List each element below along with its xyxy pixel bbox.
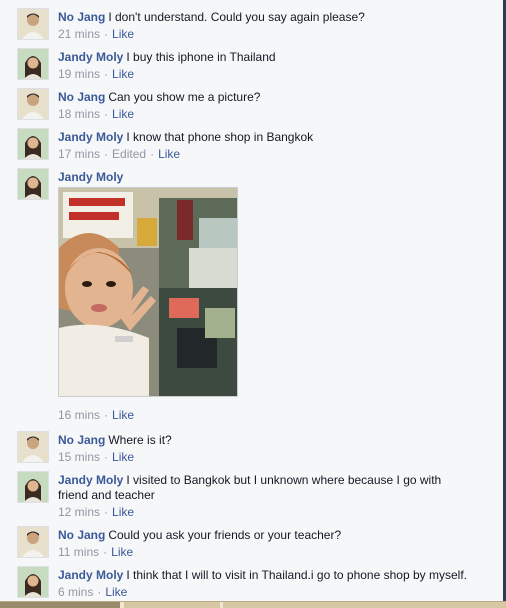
comment-author[interactable]: No Jang xyxy=(58,528,105,542)
comment-author[interactable]: No Jang xyxy=(58,433,105,447)
avatar[interactable] xyxy=(17,471,49,503)
meta-separator: · xyxy=(104,67,109,81)
avatar[interactable] xyxy=(17,566,49,598)
comment-author[interactable]: Jandy Moly xyxy=(58,170,123,184)
comment-body: No Jang Could you ask your friends or you… xyxy=(58,528,478,560)
comment-author[interactable]: Jandy Moly xyxy=(58,473,123,487)
comment-time[interactable]: 11 mins xyxy=(58,545,99,559)
comment-body: Jandy Moly I visited to Bangkok but I unk… xyxy=(58,473,458,520)
meta-separator: · xyxy=(104,505,109,519)
comment-photo[interactable] xyxy=(58,187,238,397)
like-link[interactable]: Like xyxy=(111,545,133,559)
meta-separator: · xyxy=(104,147,109,161)
comment-text: Where is it? xyxy=(108,433,172,447)
comment-text: I know that phone shop in Bangkok xyxy=(126,130,314,144)
comment-text: I think that I will to visit in Thailand… xyxy=(126,568,467,582)
avatar[interactable] xyxy=(17,526,49,558)
comment-meta: 11 mins · Like xyxy=(58,545,478,560)
edited-link[interactable]: Edited xyxy=(112,147,146,161)
taskbar-strip xyxy=(0,601,506,608)
comment-meta: 6 mins · Like xyxy=(58,585,498,600)
comment-meta: 19 mins · Like xyxy=(58,67,478,82)
comment-author[interactable]: Jandy Moly xyxy=(58,568,123,582)
comment-text: I buy this iphone in Thailand xyxy=(126,50,276,64)
comment-time[interactable]: 16 mins xyxy=(58,408,100,422)
avatar[interactable] xyxy=(17,48,49,80)
avatar[interactable] xyxy=(17,168,49,200)
meta-separator: · xyxy=(104,107,109,121)
avatar[interactable] xyxy=(17,88,49,120)
like-link[interactable]: Like xyxy=(112,450,134,464)
comment-author[interactable]: No Jang xyxy=(58,10,105,24)
comment-time[interactable]: 19 mins xyxy=(58,67,100,81)
comment-meta: 16 mins · Like xyxy=(58,408,134,423)
comment-meta: 21 mins · Like xyxy=(58,27,478,42)
meta-separator: · xyxy=(104,408,109,422)
like-link[interactable]: Like xyxy=(112,107,134,121)
comment-meta: 18 mins · Like xyxy=(58,107,478,122)
comment-time[interactable]: 17 mins xyxy=(58,147,100,161)
comment-time[interactable]: 18 mins xyxy=(58,107,100,121)
avatar[interactable] xyxy=(17,128,49,160)
avatar[interactable] xyxy=(17,431,49,463)
comment-body: Jandy Moly I know that phone shop in Bang… xyxy=(58,130,478,162)
comment-body: Jandy Moly I think that I will to visit i… xyxy=(58,568,498,600)
comment-body: No Jang I don't understand. Could you say… xyxy=(58,10,478,42)
selfie-photo-image xyxy=(59,188,237,396)
comment-body: No Jang Where is it? 15 mins · Like xyxy=(58,433,478,465)
comment-time[interactable]: 12 mins xyxy=(58,505,100,519)
comment-meta: 15 mins · Like xyxy=(58,450,478,465)
taskbar-divider xyxy=(220,602,223,608)
comment-time[interactable]: 6 mins xyxy=(58,585,93,599)
meta-separator: · xyxy=(97,585,102,599)
comment-text: Can you show me a picture? xyxy=(108,90,261,104)
taskbar-segment xyxy=(0,602,120,608)
comment-author[interactable]: No Jang xyxy=(58,90,105,104)
comment-body: Jandy Moly I buy this iphone in Thailand … xyxy=(58,50,478,82)
meta-separator: · xyxy=(104,27,109,41)
comment-body: No Jang Can you show me a picture? 18 min… xyxy=(58,90,478,122)
comment-time[interactable]: 21 mins xyxy=(58,27,100,41)
like-link[interactable]: Like xyxy=(105,585,127,599)
meta-separator: · xyxy=(104,450,109,464)
like-link[interactable]: Like xyxy=(158,147,180,161)
comment-meta: 17 mins · Edited · Like xyxy=(58,147,478,162)
taskbar-divider xyxy=(120,602,124,608)
like-link[interactable]: Like xyxy=(112,67,134,81)
like-link[interactable]: Like xyxy=(112,408,134,422)
comment-time[interactable]: 15 mins xyxy=(58,450,100,464)
comment-author[interactable]: Jandy Moly xyxy=(58,50,123,64)
like-link[interactable]: Like xyxy=(112,505,134,519)
comment-meta: 12 mins · Like xyxy=(58,505,458,520)
comment-body: Jandy Moly xyxy=(58,170,478,185)
meta-separator: · xyxy=(150,147,155,161)
comment-author[interactable]: Jandy Moly xyxy=(58,130,123,144)
comment-text: Could you ask your friends or your teach… xyxy=(108,528,342,542)
like-link[interactable]: Like xyxy=(112,27,134,41)
meta-separator: · xyxy=(103,545,108,559)
avatar[interactable] xyxy=(17,8,49,40)
comment-text: I don't understand. Could you say again … xyxy=(108,10,365,24)
